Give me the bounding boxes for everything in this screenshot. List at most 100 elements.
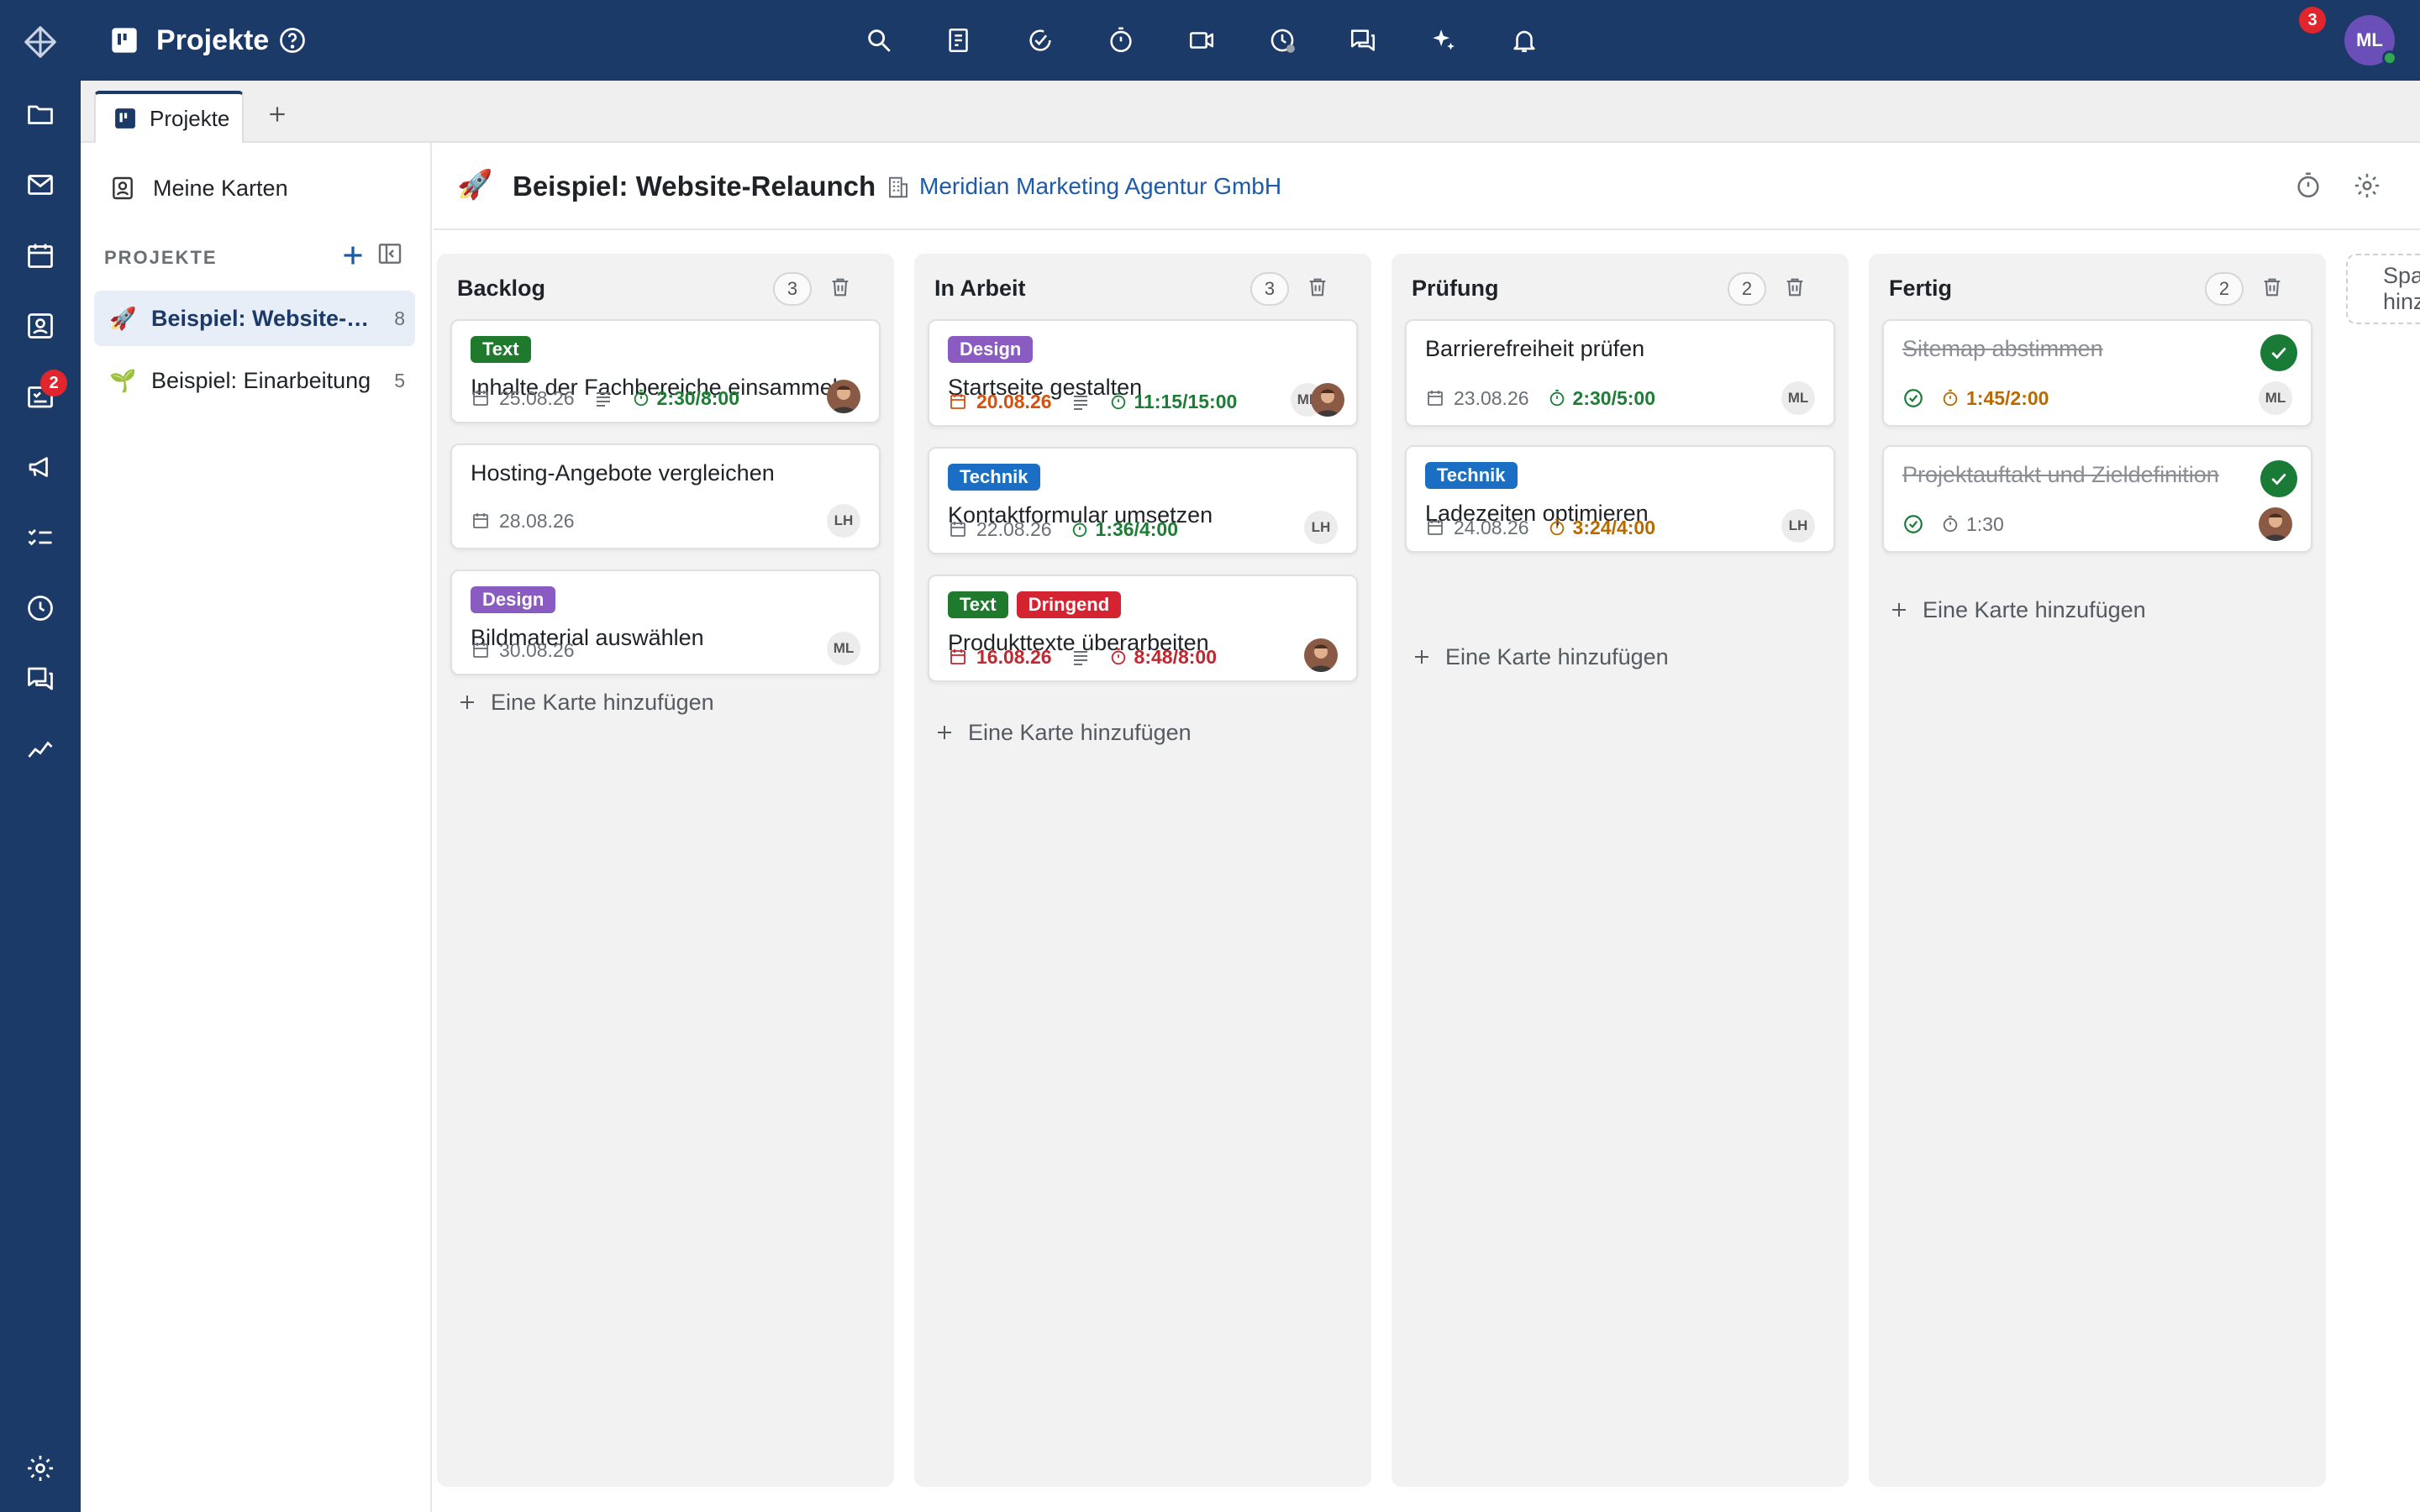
sparkle-icon[interactable] xyxy=(1423,20,1464,60)
board-header: 🚀 Beispiel: Website-Relaunch Meridian Ma… xyxy=(434,143,2420,230)
kanban-icon xyxy=(114,108,136,129)
card-meta: 28.08.26 xyxy=(471,507,593,534)
calendar-icon xyxy=(471,640,491,660)
time-tracked: 11:15/15:00 xyxy=(1134,390,1238,412)
bell-icon[interactable] xyxy=(1504,20,1544,60)
add-tab-button[interactable] xyxy=(260,97,294,131)
video-icon[interactable] xyxy=(1181,20,1222,60)
time-tracked: 1:36/4:00 xyxy=(1095,517,1178,540)
chat-icon[interactable] xyxy=(15,654,66,704)
note-icon[interactable] xyxy=(939,20,980,60)
tab-projekte[interactable]: Projekte xyxy=(94,91,244,143)
card[interactable]: Sitemap abstimmen 1:45/2:00 ML xyxy=(1882,319,2312,427)
label-technik: Technik xyxy=(1425,462,1518,489)
settings-icon[interactable] xyxy=(15,1443,66,1494)
add-card-button[interactable]: Eine Karte hinzufügen xyxy=(934,716,1192,749)
card-labels: Text Dringend xyxy=(948,591,1122,618)
mail-icon[interactable] xyxy=(15,160,66,210)
trash-icon[interactable] xyxy=(2260,276,2287,302)
messages-icon[interactable] xyxy=(1343,20,1383,60)
top-bar: Projekte 3 ML xyxy=(81,0,2420,81)
timer-icon xyxy=(1071,520,1089,538)
timer-icon xyxy=(1941,389,1960,407)
stopwatch-icon[interactable] xyxy=(2294,171,2324,202)
clock-icon[interactable] xyxy=(15,583,66,633)
column-card-count: 2 xyxy=(1728,272,1766,306)
card-meta: 16.08.26 8:48/8:00 xyxy=(948,643,1217,670)
column-title: In Arbeit xyxy=(934,276,1026,301)
calendar-icon xyxy=(948,647,968,667)
timer-icon xyxy=(1109,392,1128,411)
collapse-sidebar-icon[interactable] xyxy=(376,240,407,270)
add-card-button[interactable]: Eine Karte hinzufügen xyxy=(1889,593,2146,627)
history-icon[interactable] xyxy=(1262,20,1302,60)
add-card-label: Eine Karte hinzufügen xyxy=(1445,643,1669,669)
card-meta: 24.08.26 3:24/4:00 xyxy=(1425,514,1655,541)
organization-link[interactable]: Meridian Marketing Agentur GmbH xyxy=(919,171,1281,202)
calendar-icon xyxy=(948,391,968,412)
project-name: Beispiel: Website-Relaunch xyxy=(151,305,371,331)
card[interactable]: Text Inhalte der Fachbereiche einsammeln 2… xyxy=(450,319,881,423)
card-labels: Design xyxy=(471,586,556,613)
card[interactable]: Technik Kontaktformular umsetzen 22.08.26 1… xyxy=(928,447,1358,554)
board-settings-icon[interactable] xyxy=(2353,171,2383,202)
card[interactable]: Technik Ladezeiten optimieren 24.08.26 3:24… xyxy=(1405,445,1835,553)
left-rail: 2 xyxy=(0,0,81,1512)
time-tracked: 8:48/8:00 xyxy=(1134,645,1217,668)
card-meta: 23.08.26 2:30/5:00 xyxy=(1425,385,1655,412)
assignee-avatar: ML xyxy=(827,632,860,665)
checklist-icon[interactable] xyxy=(15,512,66,563)
card[interactable]: Projektauftakt und Zieldefinition 1:30 xyxy=(1882,445,2312,553)
timer-icon xyxy=(1941,515,1960,533)
timer-icon xyxy=(1548,518,1566,537)
help-icon[interactable] xyxy=(277,25,308,55)
card[interactable]: Barrierefreiheit prüfen 23.08.26 2:30/5:00… xyxy=(1405,319,1835,427)
add-card-label: Eine Karte hinzufügen xyxy=(491,689,714,715)
sidebar-project-website-relaunch[interactable]: 🚀 Beispiel: Website-Relaunch 8 xyxy=(94,291,415,346)
tab-strip: Projekte xyxy=(81,81,2420,143)
add-column-label: Spalte hinzufügen xyxy=(2383,263,2420,314)
assignee-avatar: ML xyxy=(1781,381,1815,415)
card-meta: 22.08.26 1:36/4:00 xyxy=(948,516,1178,543)
card[interactable]: Design Startseite gestalten 20.08.26 11:15/… xyxy=(928,319,1358,427)
my-cards-link[interactable]: Meine Karten xyxy=(109,166,288,210)
sidebar-project-einarbeitung[interactable]: 🌱 Beispiel: Einarbeitung 5 xyxy=(94,353,415,408)
project-name: Beispiel: Einarbeitung xyxy=(151,367,371,393)
contacts-icon[interactable] xyxy=(15,301,66,351)
done-checkmark-icon[interactable] xyxy=(2260,460,2297,497)
kanban-icon xyxy=(111,27,138,54)
megaphone-icon[interactable] xyxy=(15,442,66,492)
analytics-icon[interactable] xyxy=(15,724,66,774)
add-project-button[interactable] xyxy=(338,240,368,270)
timer-icon[interactable] xyxy=(1101,20,1141,60)
column-fertig: Fertig 2 Sitemap abstimmen 1:45/2:00 ML Pro… xyxy=(1869,254,2326,1487)
add-card-label: Eine Karte hinzufügen xyxy=(968,719,1192,745)
card-title: Projektauftakt und Zieldefinition xyxy=(1902,462,2219,487)
folder-icon[interactable] xyxy=(15,89,66,139)
trash-icon[interactable] xyxy=(1306,276,1333,302)
label-dringend: Dringend xyxy=(1016,591,1122,618)
logo-icon[interactable] xyxy=(15,17,66,67)
calendar-icon[interactable] xyxy=(15,230,66,281)
card[interactable]: Design Bildmaterial auswählen 30.08.26 ML xyxy=(450,570,881,675)
label-text: Text xyxy=(471,336,531,363)
kanban-board: Backlog 3 Text Inhalte der Fachbereiche e… xyxy=(434,230,2420,1512)
id-card-icon xyxy=(109,175,136,202)
card-labels: Text xyxy=(471,336,531,363)
add-column-button[interactable]: Spalte hinzufügen xyxy=(2346,254,2420,324)
trash-icon[interactable] xyxy=(829,276,855,302)
time-tracked: 1:45/2:00 xyxy=(1966,386,2049,409)
check-plus-icon[interactable] xyxy=(1020,20,1060,60)
search-icon[interactable] xyxy=(859,20,899,60)
trash-icon[interactable] xyxy=(1783,276,1810,302)
column-in-arbeit: In Arbeit 3 Design Startseite gestalten 20… xyxy=(914,254,1371,1487)
label-design: Design xyxy=(948,336,1034,363)
assignee-avatar xyxy=(1311,383,1344,417)
add-card-button[interactable]: Eine Karte hinzufügen xyxy=(1412,640,1669,674)
card[interactable]: Text Dringend Produkttexte überarbeiten 16.… xyxy=(928,575,1358,682)
done-checkmark-icon[interactable] xyxy=(2260,334,2297,371)
add-card-button[interactable]: Eine Karte hinzufügen xyxy=(457,685,714,719)
card-meta: 1:30 xyxy=(1902,511,2004,538)
card[interactable]: Hosting-Angebote vergleichen 28.08.26 LH xyxy=(450,444,881,549)
timer-icon xyxy=(1548,389,1566,407)
